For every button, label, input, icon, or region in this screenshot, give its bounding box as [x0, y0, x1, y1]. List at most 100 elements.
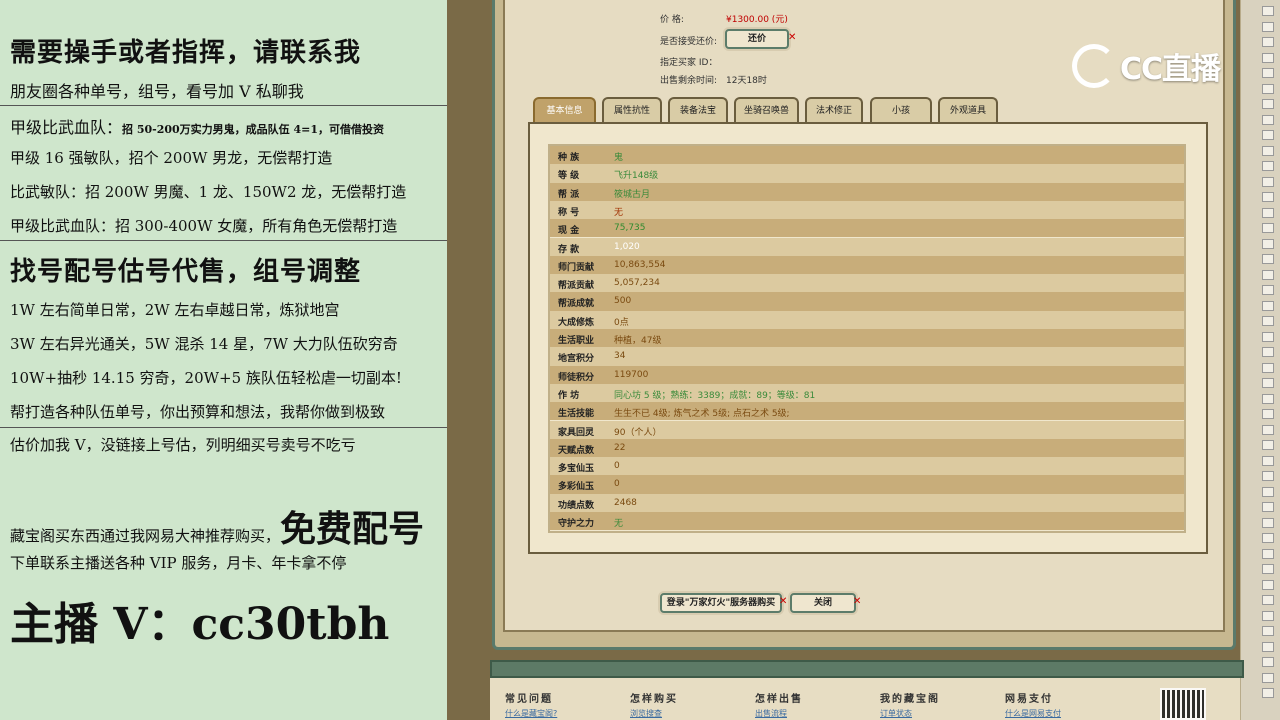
close-x-icon: ✕ [853, 596, 862, 607]
overlay-line: 甲级 16 强敏队，招个 200W 男龙，无偿帮打造 [10, 147, 332, 168]
attr-label: 等 级 [558, 171, 580, 182]
attr-value: 119700 [614, 369, 649, 380]
attr-value: 5,057,234 [614, 278, 660, 289]
strip-cell [1262, 114, 1274, 125]
strip-cell [1262, 161, 1274, 171]
tab-5[interactable]: 小孩 [870, 97, 932, 123]
attr-value: 75,735 [614, 223, 646, 234]
cc-live-icon [1072, 44, 1116, 88]
attr-label: 功绩点数 [558, 500, 595, 511]
overlay-line-text: 1W 左右简单日常，2W 左右卓越日常，炼狱地宫 [10, 301, 340, 319]
overlay-line: 10W+抽秒 14.15 穷奇，20W+5 族队伍轻松虐一切副本! [10, 367, 402, 388]
overlay-divider [0, 427, 447, 428]
footer-heading: 常见问题 [505, 694, 553, 705]
attr-label: 生活技能 [558, 409, 595, 420]
price-label: 价 格: [660, 15, 684, 25]
tab-2[interactable]: 装备法宝 [668, 97, 728, 123]
qr-code-icon [1160, 688, 1206, 720]
attr-value: 22 [614, 442, 626, 453]
strip-cell [1262, 641, 1274, 652]
strip-cell [1262, 471, 1274, 481]
overlay-line-text: 甲级比武血队： [10, 118, 123, 137]
attr-label: 存 款 [558, 244, 580, 255]
price-value: ¥1300.00 (元) [726, 15, 788, 25]
side-strip [1240, 0, 1280, 720]
overlay-line-text: 甲级比武血队：招 300-400W 女魔，所有角色无偿帮打造 [10, 217, 398, 235]
table-row: 称 号无 [550, 200, 1184, 220]
attr-value: 筱城古月 [614, 189, 651, 200]
overlay-line-text: 估价加我 V，没链接上号估，列明细买号卖号不吃亏 [10, 436, 356, 454]
price-row: 价 格: ¥1300.00 (元) [660, 12, 788, 25]
attr-label: 多彩仙玉 [558, 482, 595, 493]
tab-3[interactable]: 坐骑召唤兽 [734, 97, 799, 123]
attr-label: 生活职业 [558, 336, 595, 346]
strip-cell [1262, 517, 1274, 528]
overlay-line: 3W 左右异光通关，5W 混杀 14 星，7W 大力队伍砍穷奇 [10, 333, 398, 354]
attr-value: 0点 [614, 317, 629, 328]
attr-label: 帮派贡献 [558, 281, 595, 292]
strip-cell [1262, 145, 1274, 156]
tab-0[interactable]: 基本信息 [533, 97, 596, 123]
strip-cell [1262, 393, 1274, 404]
login-buy-button[interactable]: 登录"万家灯火"服务器购买 [660, 593, 782, 613]
table-row: 作 坊 同心坊 5 级；熟练：3389；成就：89；等级：81 [550, 383, 1184, 403]
strip-cell [1262, 548, 1274, 559]
overlay-line: 主播 V：cc30tbh [10, 588, 389, 652]
table-row: 多彩仙玉 0 [550, 475, 1184, 494]
tab-4[interactable]: 法术修正 [805, 97, 863, 123]
strip-cell [1262, 455, 1274, 466]
table-row: 种 族鬼 [550, 146, 1184, 165]
overlay-line-text: 需要操手或者指挥，请联系我 [10, 38, 362, 68]
footer-link[interactable]: 订单状态 [880, 708, 912, 719]
attr-label: 天赋点数 [558, 445, 595, 456]
attr-label: 种 族 [558, 153, 580, 163]
strip-cell [1262, 6, 1274, 16]
table-row: 地宫积分 34 [550, 347, 1184, 366]
table-row: 现 金 75,735 [550, 219, 1184, 238]
tab-1[interactable]: 属性抗性 [602, 97, 662, 123]
footer-link[interactable]: 什么是网易支付 [1005, 708, 1061, 719]
attr-label: 作 坊 [558, 390, 580, 401]
overlay-line-text: 主播 V：cc30tbh [10, 599, 390, 650]
tab-6[interactable]: 外观道具 [938, 97, 998, 123]
attr-label: 称 号 [558, 207, 580, 218]
overlay-line: 比武敏队：招 200W 男魔、1 龙、150W2 龙，无偿帮打造 [10, 181, 406, 202]
overlay-line-text: 下单联系主播送各种 VIP 服务，月卡、年卡拿不停 [10, 554, 347, 572]
table-row: 家具回灵 90（个人） [550, 420, 1184, 439]
close-button[interactable]: 关闭 [790, 593, 856, 613]
strip-cell [1262, 83, 1274, 94]
buyer-id-row: 指定买家 ID： [660, 55, 717, 68]
strip-cell [1262, 409, 1274, 419]
attr-value: 10,863,554 [614, 259, 666, 270]
overlay-line-text: 藏宝阁买东西通过我网易大神推荐购买， [10, 527, 281, 545]
attr-value: 1,020 [614, 241, 640, 252]
overlay-line-text: 3W 左右异光通关，5W 混杀 14 星，7W 大力队伍砍穷奇 [10, 335, 398, 353]
strip-cell [1262, 316, 1274, 326]
attr-value: 0 [614, 461, 620, 472]
strip-cell [1262, 579, 1274, 590]
strip-cell [1262, 657, 1274, 667]
table-row: 存 款 1,020 [550, 237, 1184, 256]
attr-value: 2468 [614, 497, 637, 508]
overlay-line-text: 帮打造各种队伍单号，你出预算和想法，我帮你做到极致 [10, 403, 386, 421]
time-left-label: 出售剩余时间: [660, 76, 718, 86]
bargain-button[interactable]: 还价 [725, 29, 789, 49]
attr-value: 同心坊 5 级；熟练：3389；成就：89；等级：81 [614, 390, 816, 401]
attr-value: 34 [614, 351, 626, 362]
footer-area [490, 678, 1240, 720]
table-row: 帮 派 筱城古月 [550, 182, 1184, 201]
strip-cell [1262, 130, 1274, 140]
strip-cell [1262, 502, 1274, 512]
overlay-line-text: 10W+抽秒 14.15 穷奇，20W+5 族队伍轻松虐一切副本! [10, 369, 402, 387]
overlay-line: 帮打造各种队伍单号，你出预算和想法，我帮你做到极致 [10, 401, 385, 422]
strip-cell [1262, 595, 1274, 605]
time-left-value: 12天18时 [726, 76, 767, 86]
streamer-overlay-panel: 需要操手或者指挥，请联系我 朋友圈各种单号，组号，看号加 V 私聊我 甲级比武血队：… [0, 0, 447, 720]
footer-link[interactable]: 什么是藏宝阁? [505, 708, 557, 719]
table-row: 生活技能 生生不已 4级; 炼气之术 5级; 点石之术 5级; [550, 402, 1184, 421]
table-row: 天赋点数 22 [550, 438, 1184, 458]
footer-link[interactable]: 浏览搜查 [630, 708, 662, 719]
attr-label: 帮派成就 [558, 299, 595, 310]
footer-link[interactable]: 出售流程 [755, 708, 787, 719]
table-row: 多宝仙玉 0 [550, 457, 1184, 476]
